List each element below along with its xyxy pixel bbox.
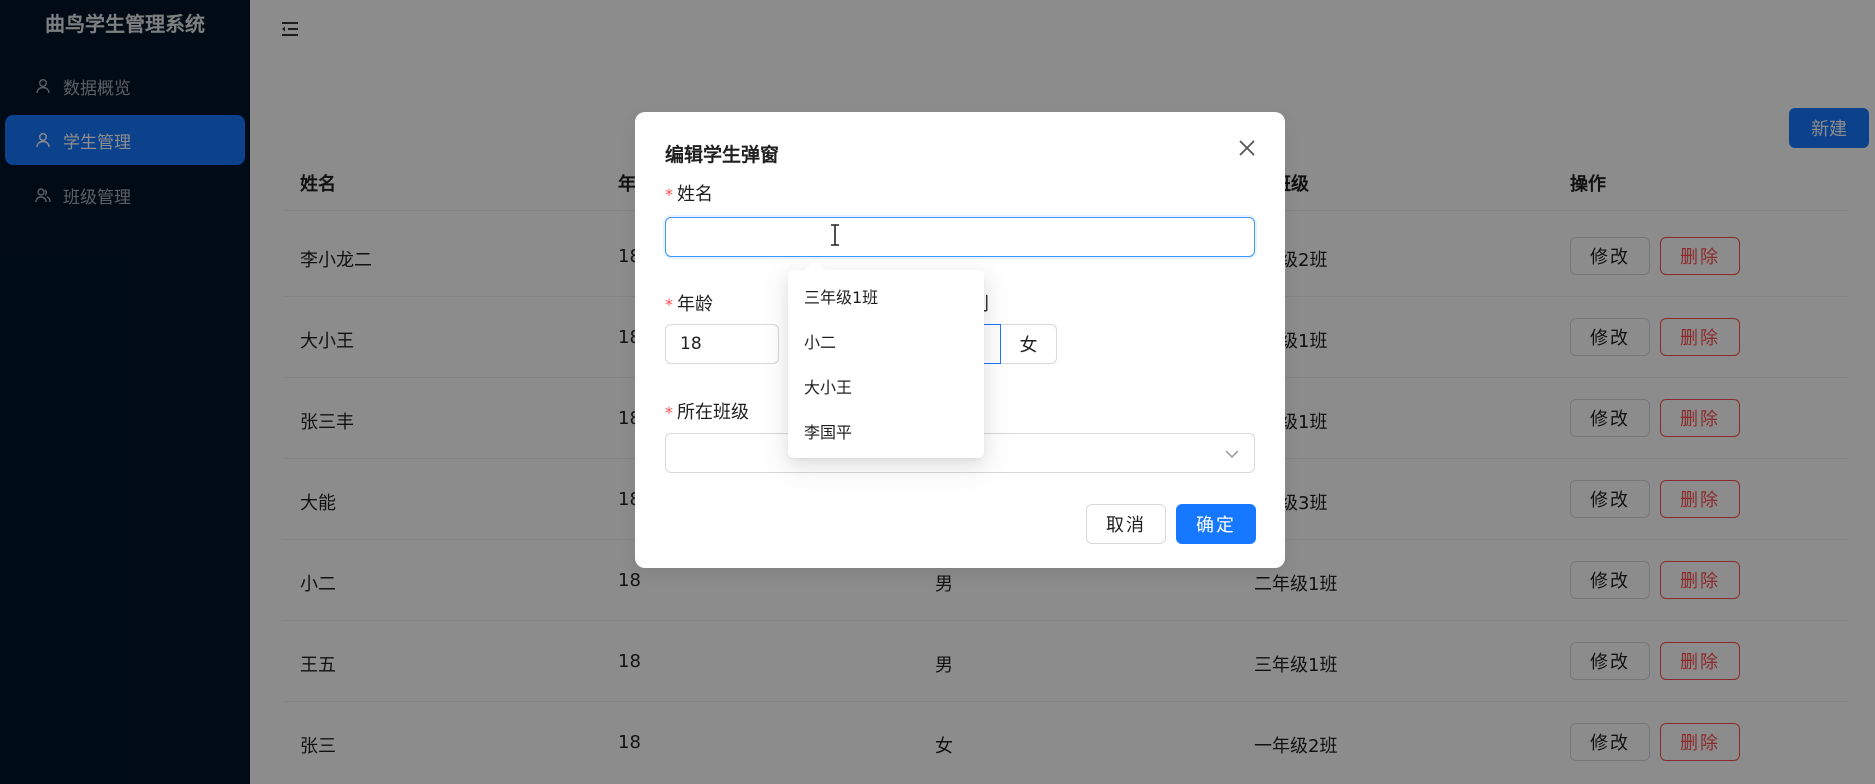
name-input[interactable]: [665, 217, 1255, 257]
class-label: * 所在班级: [665, 402, 749, 423]
autocomplete-dropdown: 三年级1班 小二 大小王 李国平: [788, 270, 984, 458]
autocomplete-option[interactable]: 三年级1班: [804, 284, 878, 308]
autocomplete-option[interactable]: 大小王: [804, 374, 852, 398]
name-label: * 姓名: [665, 184, 713, 205]
age-input[interactable]: [665, 324, 779, 364]
gender-radio-female[interactable]: 女: [1001, 324, 1057, 364]
cancel-button[interactable]: 取消: [1086, 504, 1166, 544]
ok-button[interactable]: 确定: [1176, 504, 1256, 544]
chevron-down-icon: [1225, 450, 1239, 459]
modal-title: 编辑学生弹窗: [665, 144, 780, 166]
autocomplete-option[interactable]: 小二: [804, 329, 836, 353]
text-cursor-icon: [831, 224, 839, 246]
autocomplete-option[interactable]: 李国平: [804, 419, 852, 443]
close-icon[interactable]: [1235, 136, 1259, 160]
age-label: * 年龄: [665, 294, 713, 315]
